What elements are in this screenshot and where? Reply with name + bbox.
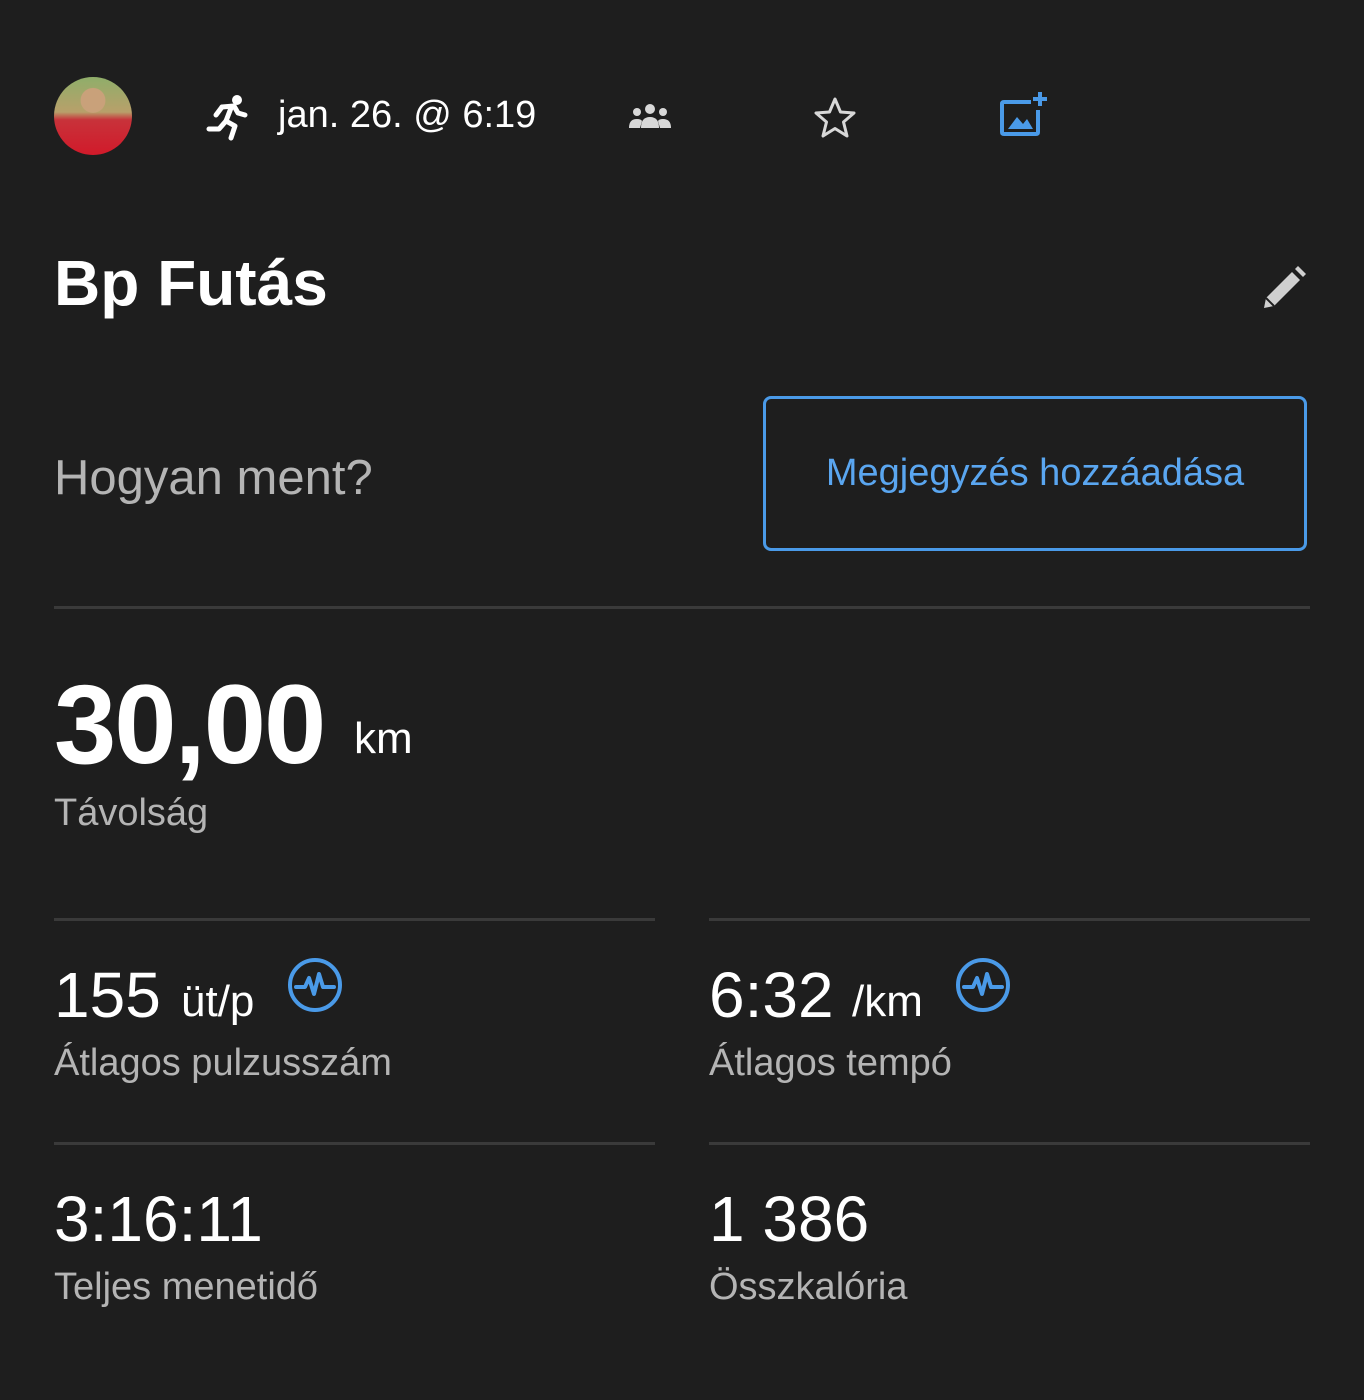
distance-label: Távolság — [54, 792, 209, 834]
total-time-value: 3:16:11 — [54, 1183, 263, 1255]
distance-unit: km — [354, 714, 413, 763]
divider — [54, 1142, 655, 1145]
star-icon[interactable] — [812, 95, 858, 141]
divider — [709, 1142, 1310, 1145]
edit-icon[interactable] — [1258, 264, 1308, 314]
heart-rate-monitor-icon — [286, 956, 344, 1014]
heart-rate-monitor-icon — [954, 956, 1012, 1014]
heart-rate-label: Átlagos pulzusszám — [54, 1042, 392, 1084]
calories-value: 1 386 — [709, 1183, 870, 1255]
activity-date: jan. 26. @ 6:19 — [278, 94, 537, 136]
divider — [709, 918, 1310, 921]
calories-label: Összkalória — [709, 1266, 908, 1308]
avatar[interactable] — [54, 77, 132, 155]
pace-unit: /km — [852, 977, 923, 1026]
heart-rate-unit: üt/p — [181, 977, 255, 1026]
total-time-label: Teljes menetidő — [54, 1266, 319, 1308]
pace-label: Átlagos tempó — [709, 1042, 952, 1084]
group-icon[interactable] — [627, 100, 673, 134]
divider — [54, 606, 1310, 609]
add-note-button[interactable]: Megjegyzés hozzáadása — [763, 396, 1307, 551]
add-photo-icon[interactable] — [998, 90, 1048, 140]
pace-value: 6:32 — [709, 959, 834, 1031]
total-time-stat[interactable]: 3:16:11 Teljes menetidő — [54, 1174, 654, 1324]
heart-rate-stat[interactable]: 155 üt/p Átlagos pulzusszám — [54, 950, 654, 1100]
pace-stat[interactable]: 6:32 /km Átlagos tempó — [709, 950, 1309, 1100]
activity-title: Bp Futás — [54, 247, 328, 319]
calories-stat[interactable]: 1 386 Összkalória — [709, 1174, 1309, 1324]
how-did-it-go-prompt: Hogyan ment? — [54, 451, 373, 505]
heart-rate-value: 155 — [54, 959, 161, 1031]
divider — [54, 918, 655, 921]
running-icon — [204, 93, 252, 141]
distance-value: 30,00 — [54, 662, 326, 787]
